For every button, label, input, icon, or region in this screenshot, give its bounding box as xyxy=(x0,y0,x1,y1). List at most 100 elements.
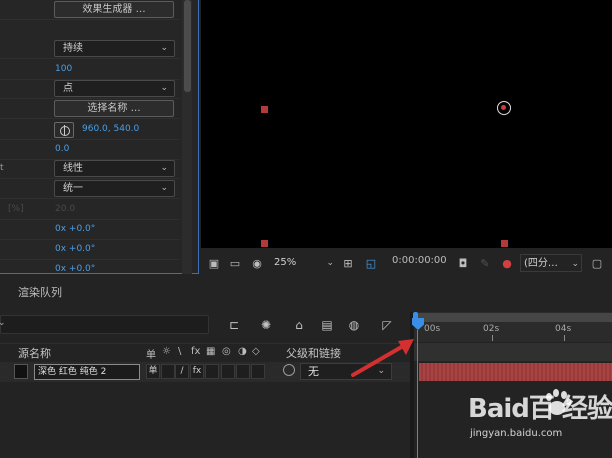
crosshair-icon[interactable] xyxy=(54,122,74,138)
dim-row: [%] 20.0 xyxy=(0,200,180,220)
layer-column-header xyxy=(0,343,410,361)
quality-switch[interactable]: / xyxy=(175,364,189,379)
mask-icon[interactable]: ◉ xyxy=(250,258,264,270)
timecode[interactable]: 0:00:00:00 xyxy=(392,255,447,266)
channel-icon[interactable]: ✎ xyxy=(478,258,492,270)
uniform-dropdown[interactable]: 统一 ⌄ xyxy=(54,180,175,197)
3d-layer-header-icon: ◇ xyxy=(252,346,260,357)
interpolation-dropdown[interactable]: 线性 ⌄ xyxy=(54,160,175,177)
motion-blur-icon[interactable]: ◍ xyxy=(345,317,363,333)
chevron-down-icon: ⌄ xyxy=(160,163,168,173)
3d-switch[interactable] xyxy=(251,364,265,379)
choose-name-button[interactable]: 选择名称 … xyxy=(54,100,174,117)
percent-label: [%] xyxy=(8,204,24,214)
value-100[interactable]: 100 xyxy=(55,64,72,74)
adjustment-switch[interactable] xyxy=(236,364,250,379)
shy-layers-icon[interactable]: ⌂ xyxy=(290,317,308,333)
effect-controls-panel: 效果生成器 … 持续 ⌄ 100 点 ⌄ 选择名称 … 960.0, 540.0 0… xyxy=(0,0,199,274)
fx-switch-icon: fx xyxy=(191,346,201,357)
frame-blend-header-icon: ▦ xyxy=(206,346,216,357)
ruler-label-04s: 04s xyxy=(555,324,572,334)
position-value[interactable]: 960.0, 540.0 xyxy=(82,124,139,134)
generator-row: 效果生成器 … xyxy=(0,0,180,20)
fx-switch[interactable]: fx xyxy=(190,364,204,379)
interpolation-row: t 线性 ⌄ xyxy=(0,159,180,179)
collapse-switch[interactable] xyxy=(161,364,175,379)
effect-panel-scroll-thumb[interactable] xyxy=(184,0,191,92)
rotation-value-3[interactable]: 0x +0.0° xyxy=(55,264,95,273)
snapshot-monitor-icon[interactable]: ▣ xyxy=(207,258,221,270)
region-icon[interactable]: ◱ xyxy=(364,258,378,270)
watermark-url: jingyan.baidu.com xyxy=(470,428,563,439)
motion-blur-switch[interactable] xyxy=(221,364,235,379)
layer-label-color[interactable] xyxy=(14,364,28,379)
view-layout-value: (四分… xyxy=(524,258,558,269)
layer-duration-bar[interactable] xyxy=(419,363,612,381)
duration-row: 持续 ⌄ xyxy=(0,39,180,59)
chevron-down-icon: ⌄ xyxy=(160,183,168,193)
chevron-down-icon: ⌄ xyxy=(326,258,334,268)
point-row: 点 ⌄ xyxy=(0,79,180,99)
source-name-header[interactable]: 源名称 xyxy=(18,345,51,361)
uniform-value: 统一 xyxy=(63,183,83,194)
zero-value[interactable]: 0.0 xyxy=(55,144,69,154)
header-track xyxy=(414,343,612,361)
interpolation-value: 线性 xyxy=(63,163,83,174)
collapse-switch-icon: ☼ xyxy=(162,346,171,357)
view-layout-dropdown[interactable]: (四分… ⌄ xyxy=(520,254,582,272)
adjustment-layer-header-icon: ◑ xyxy=(238,346,247,357)
ruler-tick xyxy=(492,335,493,341)
grid-icon[interactable]: ⊞ xyxy=(341,258,355,270)
duration-dropdown[interactable]: 持续 ⌄ xyxy=(54,40,175,57)
composition-flowchart-icon[interactable]: ⊏ xyxy=(225,317,243,333)
parent-value: 无 xyxy=(308,365,319,378)
rotation-row-3: 0x +0.0° xyxy=(0,260,180,273)
layer-name-field[interactable]: 深色 红色 纯色 2 xyxy=(34,364,140,380)
position-row: 960.0, 540.0 xyxy=(0,120,180,140)
graph-editor-icon[interactable]: ◸ xyxy=(378,317,396,333)
zoom-dropdown[interactable]: 25% ⌄ xyxy=(270,254,336,272)
quality-switch-icon: \ xyxy=(178,346,182,357)
timeline-search-input[interactable]: ⌄ xyxy=(0,315,209,334)
point-dropdown[interactable]: 点 ⌄ xyxy=(54,80,175,97)
ruler-label-02s: 02s xyxy=(483,324,500,334)
pickwhip-icon[interactable] xyxy=(283,364,295,376)
rotation-value-1[interactable]: 0x +0.0° xyxy=(55,224,95,234)
point-value: 点 xyxy=(63,83,73,94)
zoom-value: 25% xyxy=(274,257,297,268)
frame-blend-switch[interactable] xyxy=(205,364,219,379)
effect-generator-button[interactable]: 效果生成器 … xyxy=(54,1,174,18)
rotation-row-2: 0x +0.0° xyxy=(0,240,180,260)
parent-link-header[interactable]: 父级和链接 xyxy=(286,345,341,361)
frame-blending-icon[interactable]: ▤ xyxy=(318,317,336,333)
view-options-icon[interactable]: ▢ xyxy=(590,258,604,270)
uniform-row: 统一 ⌄ xyxy=(0,179,180,199)
work-area-bar[interactable] xyxy=(418,313,612,322)
dim-value: 20.0 xyxy=(55,204,76,214)
layer-handle-left[interactable] xyxy=(261,106,268,113)
shy-switch[interactable]: 单 xyxy=(146,364,160,379)
rotation-value-2[interactable]: 0x +0.0° xyxy=(55,244,95,254)
camera-icon[interactable]: ◘ xyxy=(456,258,470,270)
tab-render-queue[interactable]: 渲染队列 xyxy=(18,284,62,300)
rotation-row-1: 0x +0.0° xyxy=(0,220,180,240)
color-icon[interactable]: ● xyxy=(500,258,514,270)
anchor-point-icon[interactable] xyxy=(497,101,511,115)
duration-value: 持续 xyxy=(63,43,83,54)
layer-handle-bottom-left[interactable] xyxy=(261,240,268,247)
interpolation-label: t xyxy=(0,163,4,173)
zero-row: 0.0 xyxy=(0,140,180,160)
choose-name-row: 选择名称 … xyxy=(0,99,180,119)
annotation-arrow-icon xyxy=(351,339,414,377)
ruler-tick xyxy=(564,335,565,341)
shy-switch-icon: 单 xyxy=(146,350,156,361)
composition-viewer[interactable] xyxy=(201,0,612,248)
chevron-down-icon: ⌄ xyxy=(571,259,579,269)
chevron-down-icon: ⌄ xyxy=(0,318,6,328)
value-100-row: 100 xyxy=(0,60,180,80)
draft-3d-icon[interactable]: ✺ xyxy=(257,317,275,333)
display-icon[interactable]: ▭ xyxy=(228,258,242,270)
watermark-logo: Baid百 经验 xyxy=(468,394,612,424)
chevron-down-icon: ⌄ xyxy=(160,83,168,93)
layer-handle-bottom-center[interactable] xyxy=(501,240,508,247)
